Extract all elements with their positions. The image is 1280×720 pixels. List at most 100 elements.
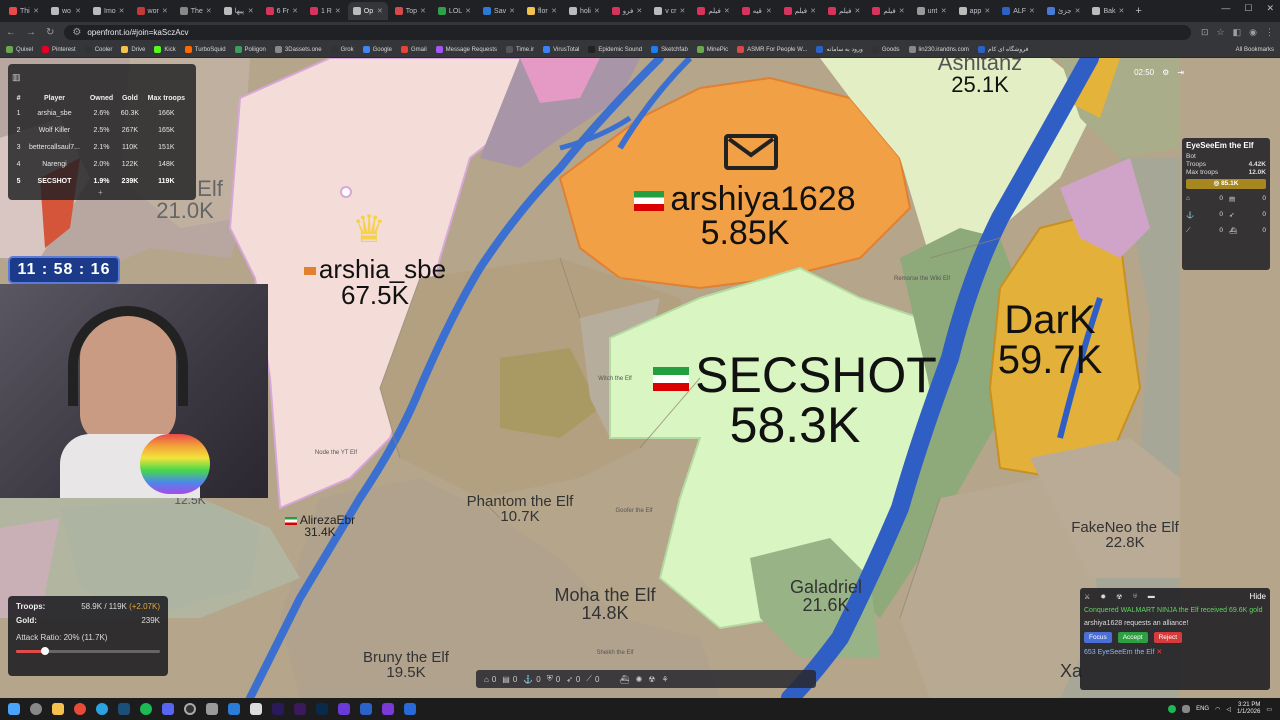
col-owned[interactable]: Owned	[86, 92, 117, 105]
leaderboard-row[interactable]: 4 Narengi 2.0% 122K 148K	[14, 156, 190, 173]
browser-tab[interactable]: LOL ✕	[433, 2, 476, 20]
bookmark-item[interactable]: ASMR For People W...	[737, 46, 807, 53]
leaderboard-expand-icon[interactable]: +	[98, 188, 103, 197]
bookmark-item[interactable]: Goods	[871, 46, 900, 53]
url-field[interactable]: ⚙ openfront.io/#join=kaSczAcv	[64, 24, 1191, 40]
bookmark-item[interactable]: TurboSquid	[184, 46, 226, 53]
monitor-icon[interactable]	[228, 703, 240, 715]
tab-close-icon[interactable]: ✕	[33, 7, 39, 15]
browser-tab[interactable]: holi ✕	[564, 2, 605, 20]
toolbar-item-defense[interactable]: ⛨ 0	[547, 674, 560, 684]
leaderboard-row[interactable]: 2 Wolf Killer 2.5% 267K 165K	[14, 122, 190, 139]
tab-close-icon[interactable]: ✕	[854, 7, 860, 15]
toolbar-item-mirv[interactable]: ⚘	[661, 675, 668, 684]
browser-tab[interactable]: app ✕	[954, 2, 996, 20]
browser-tab[interactable]: Top ✕	[390, 2, 431, 20]
star-icon[interactable]: ☆	[1217, 27, 1225, 38]
bookmark-item[interactable]: ورود به سامانه	[816, 46, 863, 53]
attack-ratio-slider[interactable]	[16, 647, 160, 655]
browser-tab[interactable]: Bak ✕	[1087, 2, 1129, 20]
bookmark-item[interactable]: Google	[362, 46, 392, 53]
toolbar-item-city[interactable]: ⌂ 0	[484, 675, 496, 684]
tab-close-icon[interactable]: ✕	[292, 7, 298, 15]
sword-icon[interactable]: ⚔	[1084, 593, 1090, 601]
bookmark-item[interactable]: VirusTotal	[543, 46, 579, 53]
browser-tab[interactable]: Sav ✕	[478, 2, 520, 20]
new-tab-icon[interactable]: +	[1135, 5, 1141, 17]
bookmark-item[interactable]: Grok	[330, 46, 354, 53]
menu-icon[interactable]: ⋮	[1265, 27, 1274, 38]
browser-tab[interactable]: ALF ✕	[997, 2, 1040, 20]
browser-tab[interactable]: v cr ✕	[649, 2, 690, 20]
toolbar-item-hydrogen[interactable]: ☢	[648, 675, 655, 684]
browser-tab[interactable]: 1 R ✕	[305, 2, 346, 20]
notepad-icon[interactable]	[250, 703, 262, 715]
toolbar-item-factory[interactable]: ▤ 0	[502, 675, 517, 684]
browser-tab[interactable]: پیها ✕	[219, 2, 259, 20]
bookmark-item[interactable]: Quixel	[6, 46, 33, 53]
profile-icon[interactable]: ◉	[1249, 27, 1257, 38]
bookmark-item[interactable]: MinePic	[696, 46, 728, 53]
bookmark-item[interactable]: Epidemic Sound	[588, 46, 642, 53]
tab-close-icon[interactable]: ✕	[984, 7, 990, 15]
tab-close-icon[interactable]: ✕	[465, 7, 471, 15]
leaderboard-row[interactable]: 1 arshia_sbe 2.6% 60.3K 166K	[14, 105, 190, 122]
file-explorer-icon[interactable]	[52, 703, 64, 715]
premiere-icon[interactable]	[294, 703, 306, 715]
reload-icon[interactable]: ↻	[46, 27, 54, 38]
envelope-icon[interactable]	[724, 134, 778, 170]
browser-tab[interactable]: قیه ✕	[737, 2, 777, 20]
browser-tab[interactable]: فرو ✕	[607, 2, 647, 20]
event-footer[interactable]: 653 EyeSeeEm the Elf ✕	[1084, 648, 1266, 656]
leaderboard-icon[interactable]: ▥	[12, 72, 22, 82]
tab-close-icon[interactable]: ✕	[1075, 7, 1081, 15]
tab-close-icon[interactable]: ✕	[594, 7, 600, 15]
browser-tab[interactable]: Imo ✕	[88, 2, 130, 20]
photoshop-icon[interactable]	[316, 703, 328, 715]
close-icon[interactable]: ✕	[1266, 3, 1274, 14]
leaderboard-row[interactable]: 3 bettercallsaul7... 2.1% 110K 151K	[14, 139, 190, 156]
app-icon[interactable]	[206, 703, 218, 715]
tab-close-icon[interactable]: ✕	[766, 7, 772, 15]
hide-button[interactable]: Hide	[1250, 592, 1266, 601]
bookmark-item[interactable]: 3Dassets.one	[274, 46, 322, 53]
app3-icon[interactable]	[404, 703, 416, 715]
browser-tab[interactable]: 6 Fr ✕	[261, 2, 303, 20]
install-icon[interactable]: ⊡	[1201, 27, 1209, 38]
tray-icon[interactable]	[1168, 705, 1177, 713]
after-effects-icon[interactable]	[272, 703, 284, 715]
browser-tab[interactable]: unt ✕	[912, 2, 952, 20]
toolbar-item-atom[interactable]: ✺	[636, 675, 643, 684]
notification-icon[interactable]: ▭	[1266, 706, 1272, 713]
tab-close-icon[interactable]: ✕	[377, 7, 383, 15]
tray-icon[interactable]	[1182, 705, 1191, 713]
bookmark-item[interactable]: فروشگاه ای کام	[977, 46, 1028, 53]
browser-tab[interactable]: wor ✕	[132, 2, 173, 20]
tab-close-icon[interactable]: ✕	[248, 7, 254, 15]
attack-ratio-knob[interactable]	[40, 647, 49, 655]
tab-close-icon[interactable]: ✕	[551, 7, 557, 15]
rider-icon[interactable]	[382, 703, 394, 715]
telegram-icon[interactable]	[96, 703, 108, 715]
windows-start-icon[interactable]	[8, 703, 20, 715]
browser-tab[interactable]: جزئ ✕	[1042, 2, 1086, 20]
toolbar-item-port[interactable]: ⚓ 0	[523, 675, 540, 684]
tab-close-icon[interactable]: ✕	[206, 7, 212, 15]
tab-close-icon[interactable]: ✕	[636, 7, 642, 15]
tab-close-icon[interactable]: ✕	[724, 7, 730, 15]
tab-close-icon[interactable]: ✕	[162, 7, 168, 15]
browser-tab[interactable]: Thi ✕	[4, 2, 44, 20]
spotify-icon[interactable]	[140, 703, 152, 715]
site-info-icon[interactable]: ⚙	[72, 27, 81, 38]
focus-button[interactable]: Focus	[1084, 632, 1112, 643]
col-gold[interactable]: Gold	[117, 92, 143, 105]
volume-icon[interactable]: ◁	[1226, 706, 1231, 713]
steam-icon[interactable]	[118, 703, 130, 715]
back-icon[interactable]: ←	[6, 27, 16, 38]
browser-tab[interactable]: فیلم ✕	[779, 2, 821, 20]
chat-icon[interactable]: ▬	[1148, 593, 1155, 600]
bookmark-item[interactable]: Poliigon	[234, 46, 266, 53]
tab-close-icon[interactable]: ✕	[680, 7, 686, 15]
tab-close-icon[interactable]: ✕	[119, 7, 125, 15]
bookmark-item[interactable]: Message Requests	[435, 46, 497, 53]
